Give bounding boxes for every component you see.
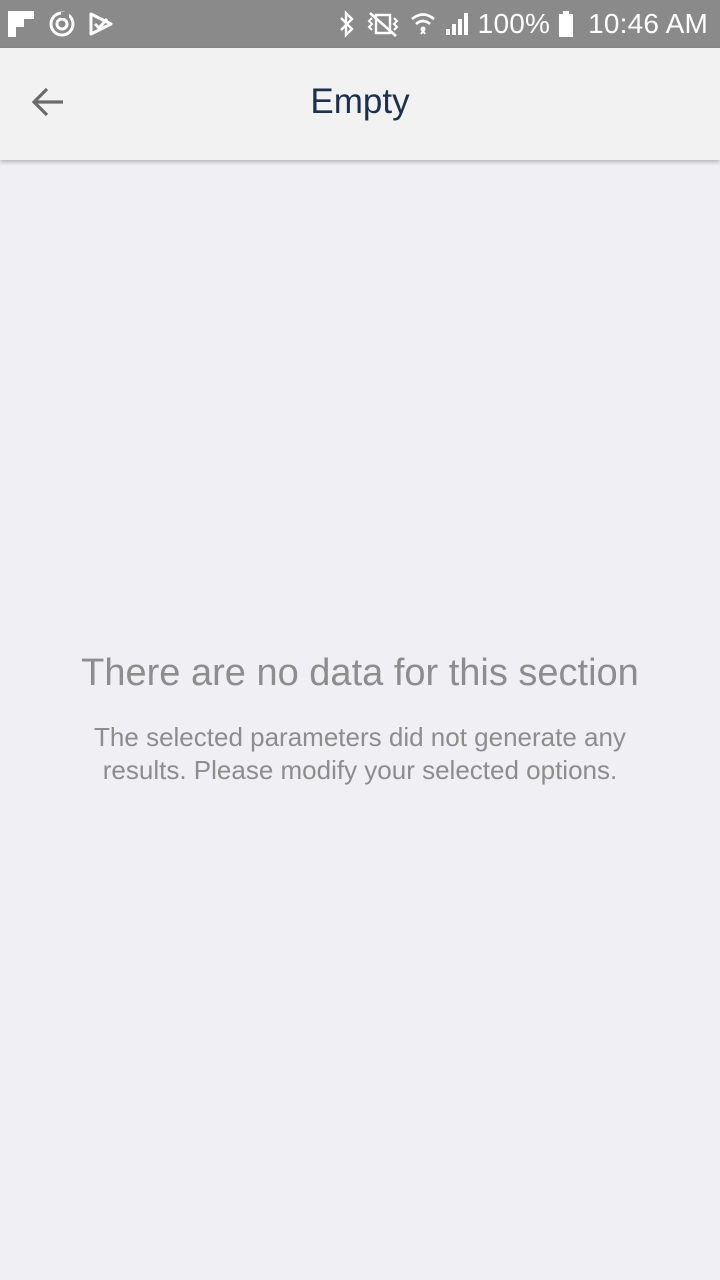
empty-state-title: There are no data for this section bbox=[81, 652, 639, 694]
app-bar: Empty bbox=[0, 48, 720, 160]
battery-icon bbox=[558, 10, 574, 38]
wifi-icon bbox=[410, 10, 436, 38]
battery-percent: 100% bbox=[477, 8, 551, 39]
vibrate-mute-icon bbox=[364, 10, 402, 38]
status-left-icons bbox=[6, 9, 338, 39]
status-bar: 100% 10:46 AM bbox=[0, 0, 720, 48]
signal-icon bbox=[444, 11, 470, 37]
bluetooth-icon bbox=[338, 10, 356, 38]
page-title: Empty bbox=[310, 82, 410, 121]
sync-icon bbox=[48, 10, 76, 38]
empty-state-message: The selected parameters did not generate… bbox=[94, 722, 626, 785]
main-content: There are no data for this section The s… bbox=[0, 160, 720, 1280]
status-right-icons: 100% 10:46 AM bbox=[338, 8, 708, 40]
empty-state: There are no data for this section The s… bbox=[40, 652, 680, 787]
flipboard-icon bbox=[6, 9, 36, 39]
checkmark-notification-icon bbox=[88, 11, 114, 37]
clock: 10:46 AM bbox=[588, 8, 708, 39]
